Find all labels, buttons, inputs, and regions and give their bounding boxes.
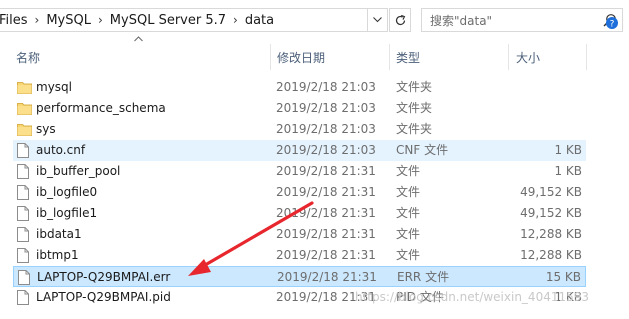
breadcrumb-separator-icon[interactable]: › <box>230 13 241 27</box>
file-size: 12,288 KB <box>520 248 582 262</box>
file-row[interactable]: ibdata1 2019/2/18 21:31 文件 12,288 KB <box>13 224 586 245</box>
file-type: 文件 <box>396 164 421 178</box>
file-type: 文件 <box>396 248 421 262</box>
file-size: 15 KB <box>545 270 581 284</box>
folder-icon <box>17 122 32 137</box>
folder-icon <box>17 80 32 95</box>
file-name: ib_logfile0 <box>36 185 98 199</box>
file-size: 49,152 KB <box>520 206 582 220</box>
refresh-button[interactable] <box>389 8 411 32</box>
address-history-dropdown[interactable] <box>368 8 388 32</box>
watermark: https://blog.csdn.net/weixin_40411593 <box>355 290 590 304</box>
file-type: CNF 文件 <box>396 143 449 157</box>
help-icon[interactable]: ? <box>605 16 619 30</box>
file-modified-date: 2019/2/18 21:31 <box>276 248 376 262</box>
file-size: 49,152 KB <box>520 185 582 199</box>
file-modified-date: 2019/2/18 21:31 <box>277 270 377 284</box>
file-type: 文件夹 <box>396 80 433 94</box>
column-header-date[interactable]: 修改日期 <box>277 42 389 72</box>
breadcrumb-item[interactable]: MySQL Server 5.7 › <box>106 9 241 31</box>
address-bar[interactable]: Files › MySQL › MySQL Server 5.7 › data <box>0 8 368 32</box>
file-icon <box>18 270 32 285</box>
file-modified-date: 2019/2/18 21:03 <box>276 122 376 136</box>
file-name: ib_logfile1 <box>36 206 98 220</box>
breadcrumb-item[interactable]: MySQL › <box>42 9 105 31</box>
address-bar-row: Files› MySQL› MySQL Server 5.7› data ? <box>0 0 629 42</box>
file-type: 文件 <box>396 185 421 199</box>
file-name: LAPTOP-Q29BMPAI.err <box>37 270 171 284</box>
column-header-size[interactable]: 大小 <box>516 42 586 72</box>
file-icon <box>17 164 31 179</box>
file-row[interactable]: ib_buffer_pool 2019/2/18 21:31 文件 1 KB <box>13 161 586 182</box>
file-icon <box>17 185 31 200</box>
file-type: ERR 文件 <box>397 270 450 284</box>
column-header-name[interactable]: 名称 <box>16 42 270 72</box>
column-divider[interactable] <box>270 44 271 70</box>
file-name: ib_buffer_pool <box>36 164 121 178</box>
column-divider[interactable] <box>508 44 509 70</box>
breadcrumb-item[interactable]: Files › <box>0 9 42 31</box>
file-modified-date: 2019/2/18 21:03 <box>276 143 376 157</box>
refresh-icon <box>395 14 405 25</box>
file-icon <box>17 227 31 242</box>
file-name: performance_schema <box>36 101 166 115</box>
file-icon <box>17 290 31 305</box>
breadcrumb-item-current[interactable]: data <box>241 9 278 31</box>
file-modified-date: 2019/2/18 21:31 <box>276 227 376 241</box>
file-name: ibdata1 <box>36 227 82 241</box>
file-type: 文件夹 <box>396 101 433 115</box>
file-modified-date: 2019/2/18 21:03 <box>276 101 376 115</box>
file-modified-date: 2019/2/18 21:31 <box>276 164 376 178</box>
file-name: LAPTOP-Q29BMPAI.pid <box>36 290 171 304</box>
file-row[interactable]: ib_logfile0 2019/2/18 21:31 文件 49,152 KB <box>13 182 586 203</box>
file-row[interactable]: ib_logfile1 2019/2/18 21:31 文件 49,152 KB <box>13 203 586 224</box>
search-box[interactable] <box>421 8 623 32</box>
file-size: 1 KB <box>554 143 582 157</box>
file-size: 1 KB <box>554 164 582 178</box>
file-modified-date: 2019/2/18 21:03 <box>276 80 376 94</box>
column-divider[interactable] <box>586 44 587 70</box>
file-row[interactable]: LAPTOP-Q29BMPAI.err 2019/2/18 21:31 ERR 文件… <box>13 266 586 287</box>
folder-icon <box>17 101 32 116</box>
file-row[interactable]: mysql 2019/2/18 21:03 文件夹 <box>13 77 586 98</box>
file-row[interactable]: sys 2019/2/18 21:03 文件夹 <box>13 119 586 140</box>
column-divider[interactable] <box>389 44 390 70</box>
svg-text:?: ? <box>610 20 615 30</box>
file-modified-date: 2019/2/18 21:31 <box>276 206 376 220</box>
file-icon <box>17 206 31 221</box>
breadcrumb-separator-icon[interactable]: › <box>32 13 43 27</box>
file-icon <box>17 143 31 158</box>
chevron-down-icon <box>373 17 382 23</box>
file-type: 文件夹 <box>396 122 433 136</box>
file-row[interactable]: auto.cnf 2019/2/18 21:03 CNF 文件 1 KB <box>13 140 586 161</box>
file-name: auto.cnf <box>36 143 86 157</box>
file-name: ibtmp1 <box>36 248 79 262</box>
column-header-type[interactable]: 类型 <box>396 42 508 72</box>
file-row[interactable]: ibtmp1 2019/2/18 21:31 文件 12,288 KB <box>13 245 586 266</box>
file-name: mysql <box>36 80 72 94</box>
file-modified-date: 2019/2/18 21:31 <box>276 185 376 199</box>
breadcrumb-separator-icon[interactable]: › <box>95 13 106 27</box>
file-name: sys <box>36 122 56 136</box>
file-size: 12,288 KB <box>520 227 582 241</box>
file-type: 文件 <box>396 206 421 220</box>
file-type: 文件 <box>396 227 421 241</box>
file-icon <box>17 248 31 263</box>
file-row[interactable]: performance_schema 2019/2/18 21:03 文件夹 <box>13 98 586 119</box>
search-input[interactable] <box>428 10 602 32</box>
